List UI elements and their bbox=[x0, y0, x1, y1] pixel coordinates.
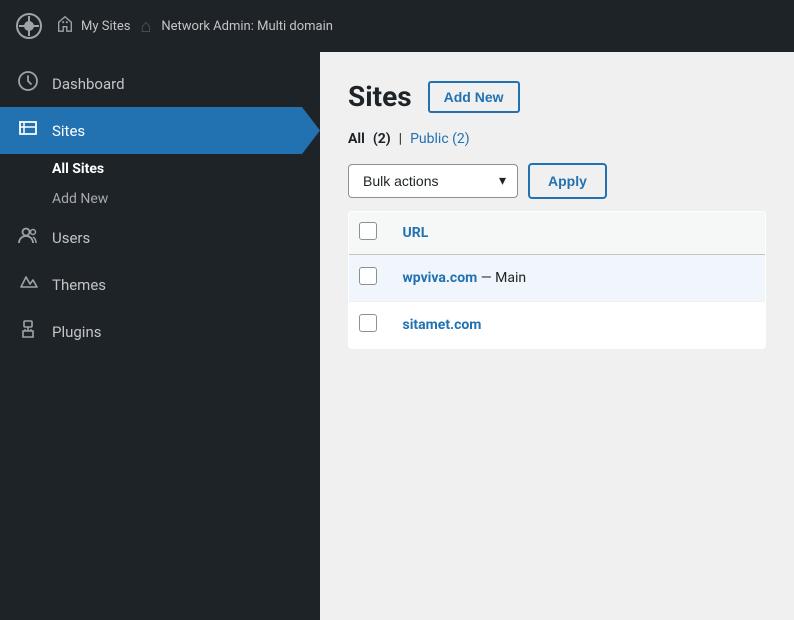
url-column-header: URL bbox=[389, 212, 766, 255]
toolbar: Bulk actions Apply bbox=[348, 163, 766, 199]
content-area: Sites Add New All (2) | Public (2) Bulk … bbox=[320, 52, 794, 620]
my-sites-link[interactable]: My Sites bbox=[56, 15, 130, 38]
plugins-icon bbox=[16, 318, 40, 345]
users-label: Users bbox=[52, 229, 90, 247]
main-layout: Dashboard Sites All Sites Add New bbox=[0, 52, 794, 620]
sites-table: URL wpviva.com — Main sitamet.com bbox=[348, 211, 766, 349]
add-new-sidebar-label: Add New bbox=[52, 191, 108, 207]
sites-label: Sites bbox=[52, 122, 85, 140]
network-admin-label: Network Admin: Multi domain bbox=[161, 19, 333, 34]
filter-separator: | bbox=[399, 131, 402, 147]
filter-public-link[interactable]: Public (2) bbox=[410, 131, 470, 147]
select-all-checkbox[interactable] bbox=[359, 222, 377, 240]
sidebar: Dashboard Sites All Sites Add New bbox=[0, 52, 320, 620]
wp-logo-icon[interactable] bbox=[12, 9, 46, 43]
top-bar-separator: ⌂ bbox=[140, 16, 151, 37]
sidebar-item-users[interactable]: Users bbox=[0, 214, 320, 261]
my-sites-icon bbox=[56, 15, 74, 38]
url-header-link[interactable]: URL bbox=[403, 225, 429, 241]
sidebar-item-dashboard[interactable]: Dashboard bbox=[0, 60, 320, 107]
header-checkbox-col bbox=[349, 212, 389, 255]
page-title: Sites bbox=[348, 80, 412, 113]
table-row: sitamet.com bbox=[349, 302, 766, 349]
row-checkbox-cell bbox=[349, 255, 389, 302]
sidebar-item-plugins[interactable]: Plugins bbox=[0, 308, 320, 355]
sites-submenu: All Sites Add New bbox=[0, 154, 320, 214]
table-row: wpviva.com — Main bbox=[349, 255, 766, 302]
apply-button[interactable]: Apply bbox=[528, 163, 607, 199]
page-header: Sites Add New bbox=[348, 80, 766, 113]
top-bar: My Sites ⌂ Network Admin: Multi domain bbox=[0, 0, 794, 52]
plugins-label: Plugins bbox=[52, 323, 101, 341]
row-checkbox-0[interactable] bbox=[359, 267, 377, 285]
all-sites-label: All Sites bbox=[52, 161, 104, 177]
users-icon bbox=[16, 224, 40, 251]
add-new-button[interactable]: Add New bbox=[428, 81, 520, 113]
sites-icon bbox=[16, 117, 40, 144]
submenu-all-sites[interactable]: All Sites bbox=[52, 154, 320, 184]
dashboard-icon bbox=[16, 70, 40, 97]
submenu-add-new[interactable]: Add New bbox=[52, 184, 320, 214]
my-sites-label: My Sites bbox=[81, 19, 130, 34]
row-checkbox-1[interactable] bbox=[359, 314, 377, 332]
site-url-link[interactable]: wpviva.com bbox=[403, 270, 478, 286]
sidebar-item-sites[interactable]: Sites bbox=[0, 107, 320, 154]
sidebar-item-themes[interactable]: Themes bbox=[0, 261, 320, 308]
bulk-actions-select[interactable]: Bulk actions bbox=[348, 164, 518, 198]
bulk-actions-wrapper: Bulk actions bbox=[348, 164, 518, 198]
table-header-row: URL bbox=[349, 212, 766, 255]
row-checkbox-cell bbox=[349, 302, 389, 349]
themes-icon bbox=[16, 271, 40, 298]
filter-all-label: All bbox=[348, 131, 365, 147]
row-url-cell: sitamet.com bbox=[389, 302, 766, 349]
dashboard-label: Dashboard bbox=[52, 75, 125, 93]
network-admin-link[interactable]: Network Admin: Multi domain bbox=[161, 19, 333, 34]
site-url-link[interactable]: sitamet.com bbox=[403, 317, 482, 333]
filter-all-count: (2) bbox=[373, 131, 391, 147]
themes-label: Themes bbox=[52, 276, 106, 294]
site-main-label: — Main bbox=[477, 270, 526, 286]
row-url-cell: wpviva.com — Main bbox=[389, 255, 766, 302]
filter-bar: All (2) | Public (2) bbox=[348, 131, 766, 147]
